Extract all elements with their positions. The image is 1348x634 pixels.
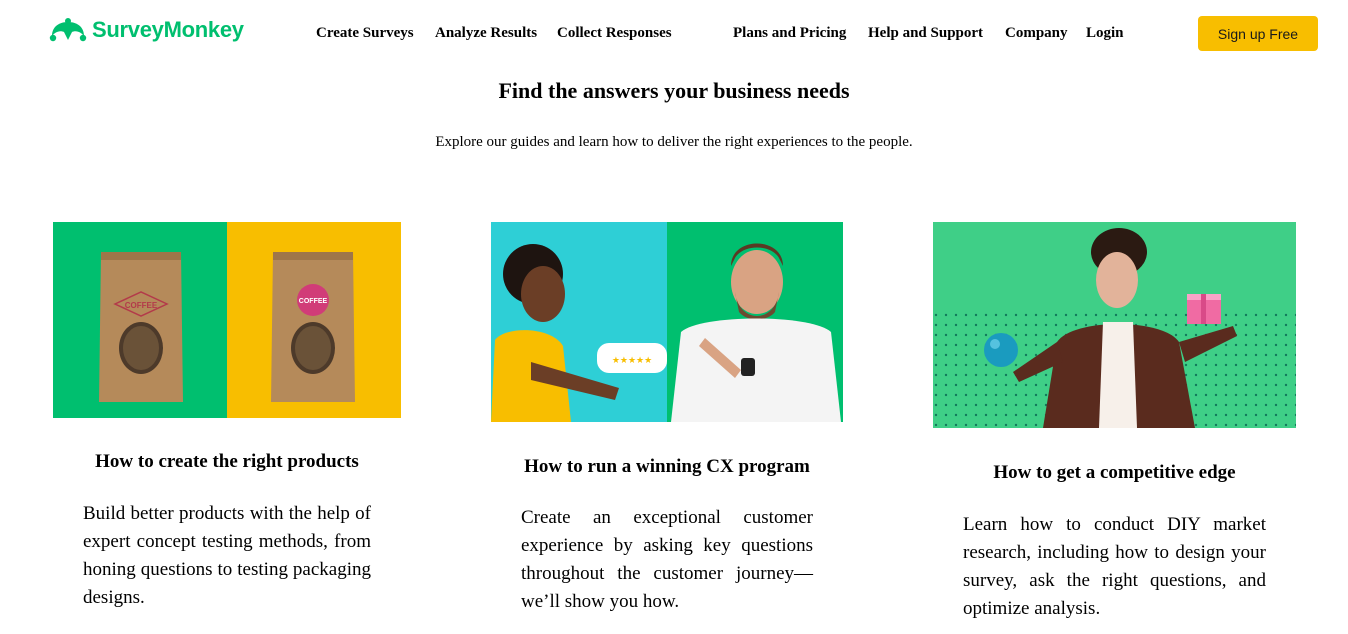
card-title-products[interactable]: How to create the right products [53,451,401,473]
nav-analyze-results[interactable]: Analyze Results [435,25,537,42]
coffee-bags-image: COFFEE COFFEE [53,222,401,418]
card-desc-cx: Create an exceptional customer experienc… [521,507,813,612]
card-desc-edge: Learn how to conduct DIY market research… [963,514,1266,619]
nav-plans-pricing[interactable]: Plans and Pricing [733,25,846,42]
nav-create-surveys[interactable]: Create Surveys [316,25,414,42]
page-subtitle: Explore our guides and learn how to deli… [435,134,913,150]
signup-button[interactable]: Sign up Free [1198,16,1318,51]
card-title-cx[interactable]: How to run a winning CX program [491,456,843,478]
monkey-logo-icon [49,18,87,42]
nav-collect-responses[interactable]: Collect Responses [557,25,672,42]
coffee-label-2: COFFEE [299,298,328,305]
coffee-label: COFFEE [125,301,158,310]
competitive-edge-image [933,222,1296,428]
card-title-edge[interactable]: How to get a competitive edge [933,462,1296,484]
card-desc-products: Build better products with the help of e… [83,503,371,608]
nav-help-support[interactable]: Help and Support [868,25,983,42]
rating-stars-icon: ★★★★★ [612,356,652,366]
page-title: Find the answers your business needs [498,78,850,103]
nav-company[interactable]: Company [1005,25,1068,42]
brand-name: SurveyMonkey [92,17,244,42]
nav-login[interactable]: Login [1086,25,1124,42]
brand-logo[interactable]: SurveyMonkey [48,16,244,44]
cx-people-image: ★★★★★ [491,222,843,422]
